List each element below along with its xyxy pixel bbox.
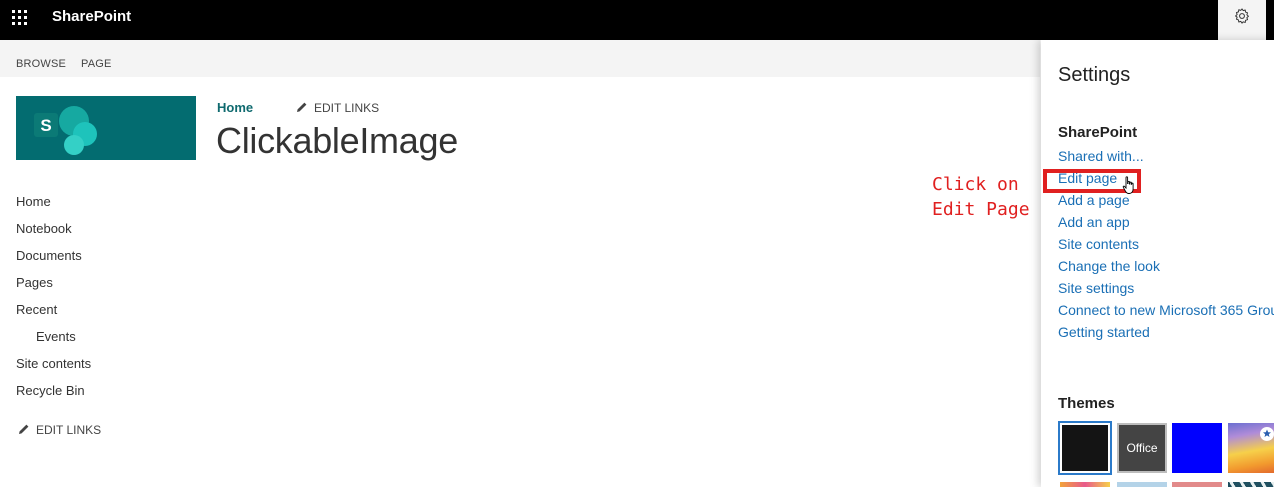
themes-heading: Themes [1058,395,1115,412]
logo-letter: S [40,116,51,135]
edit-links-label: EDIT LINKS [314,101,380,115]
settings-panel: Settings SharePoint Shared with... Edit … [1041,40,1274,487]
annotation-text: Click on Edit Page [932,172,1032,222]
app-launcher-icon[interactable] [0,0,40,33]
theme-swatch-blue[interactable] [1172,423,1222,473]
quicklaunch-item-site-contents[interactable]: Site contents [16,356,91,371]
star-badge-icon [1260,427,1274,441]
settings-title: Settings [1058,64,1131,86]
tab-page[interactable]: PAGE [81,58,112,70]
settings-button[interactable] [1218,0,1266,40]
theme-swatch-sunset[interactable] [1228,423,1274,473]
annotation-line-2: Edit Page [932,199,1030,220]
pencil-icon [19,424,29,434]
sharepoint-logo-icon: S [34,106,97,155]
settings-link-connect-group[interactable]: Connect to new Microsoft 365 Group [1058,302,1274,318]
settings-link-add-app[interactable]: Add an app [1058,214,1130,230]
pencil-icon [297,102,307,112]
page-title: ClickableImage [216,120,458,161]
settings-link-site-settings[interactable]: Site settings [1058,280,1134,296]
quicklaunch-item-recent[interactable]: Recent [16,302,57,317]
theme-swatch-black[interactable] [1058,421,1112,475]
gear-icon [1235,8,1249,24]
theme-swatch-office[interactable]: Office [1117,423,1167,473]
top-nav-home[interactable]: Home [217,100,253,115]
ribbon: BROWSE PAGE [0,40,1040,77]
quicklaunch-item-recycle-bin[interactable]: Recycle Bin [16,383,85,398]
settings-link-site-contents[interactable]: Site contents [1058,236,1139,252]
app-name[interactable]: SharePoint [52,8,131,25]
theme-swatch-row2-4[interactable] [1228,482,1274,487]
annotation-line-1: Click on [932,174,1019,195]
settings-link-getting-started[interactable]: Getting started [1058,324,1150,340]
mouse-cursor-icon [1122,176,1134,194]
settings-link-change-look[interactable]: Change the look [1058,258,1160,274]
quicklaunch-item-documents[interactable]: Documents [16,248,82,263]
edit-links-top[interactable]: EDIT LINKS [296,101,379,115]
theme-swatch-row2-3[interactable] [1172,482,1222,487]
theme-swatch-row2-1[interactable] [1060,482,1110,487]
quicklaunch-item-pages[interactable]: Pages [16,275,53,290]
edit-links-bottom[interactable]: EDIT LINKS [18,423,101,437]
quicklaunch-item-events[interactable]: Events [36,329,76,344]
edit-links-label: EDIT LINKS [36,423,102,437]
settings-link-shared-with[interactable]: Shared with... [1058,148,1144,164]
suite-bar: SharePoint [0,0,1274,40]
settings-link-add-page[interactable]: Add a page [1058,192,1130,208]
quicklaunch-item-notebook[interactable]: Notebook [16,221,72,236]
quicklaunch-item-home[interactable]: Home [16,194,51,209]
theme-swatch-row2-2[interactable] [1117,482,1167,487]
sharepoint-section-heading: SharePoint [1058,124,1138,141]
site-logo[interactable]: S [16,96,196,160]
tab-browse[interactable]: BROWSE [16,58,66,70]
